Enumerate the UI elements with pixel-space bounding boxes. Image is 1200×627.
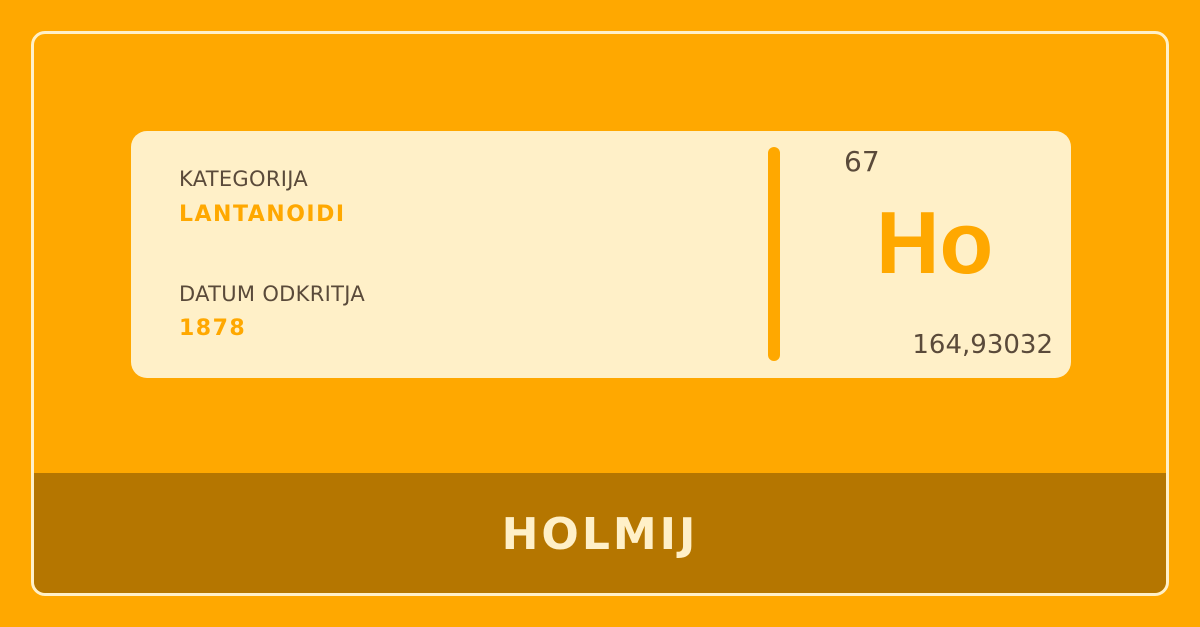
element-name: HOLMIJ (501, 509, 699, 560)
element-card: KATEGORIJA LANTANOIDI DATUM ODKRITJA 187… (131, 131, 1071, 378)
element-frame: KATEGORIJA LANTANOIDI DATUM ODKRITJA 187… (31, 31, 1169, 596)
atomic-number: 67 (844, 145, 880, 178)
category-value: LANTANOIDI (179, 202, 346, 227)
discovery-date-value: 1878 (179, 316, 247, 341)
category-label: KATEGORIJA (179, 167, 309, 191)
discovery-date-label: DATUM ODKRITJA (179, 282, 366, 306)
atomic-mass: 164,93032 (912, 330, 1053, 360)
footer-banner: HOLMIJ (34, 473, 1166, 593)
vertical-divider (768, 147, 780, 361)
element-symbol: Ho (876, 193, 994, 292)
